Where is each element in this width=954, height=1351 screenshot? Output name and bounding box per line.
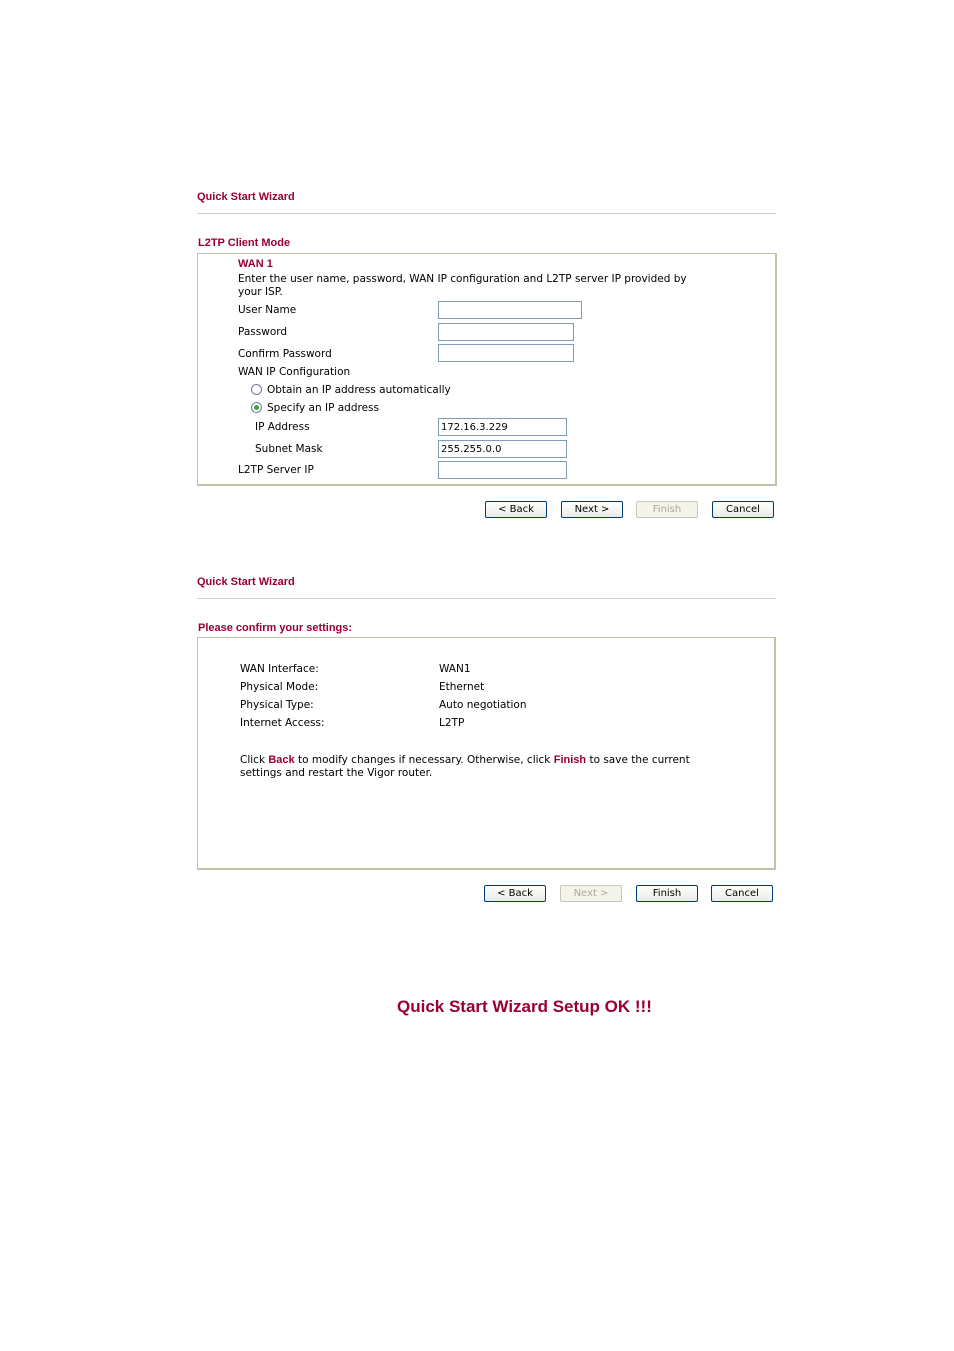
description-line2: your ISP. <box>238 286 283 298</box>
wizard2-finish-button[interactable]: Finish <box>636 885 698 902</box>
confirm-password-label: Confirm Password <box>238 348 332 360</box>
setting-label: Internet Access: <box>240 717 325 729</box>
wizard2-back-button[interactable]: < Back <box>484 885 546 902</box>
wizard2-next-button[interactable]: Next > <box>560 885 622 902</box>
wizard1-title: Quick Start Wizard <box>197 191 295 203</box>
wizard2-title: Quick Start Wizard <box>197 576 295 588</box>
note-text: to save the current <box>586 754 690 766</box>
wizard2-cancel-button[interactable]: Cancel <box>711 885 773 902</box>
obtain-ip-auto-radio[interactable] <box>251 384 262 395</box>
wizard2-divider <box>197 598 776 599</box>
setting-label: Physical Mode: <box>240 681 319 693</box>
radio-selected-dot <box>254 405 259 410</box>
l2tp-server-ip-label: L2TP Server IP <box>238 464 314 476</box>
wizard2-confirm-box: WAN Interface: WAN1 Physical Mode: Ether… <box>197 637 776 870</box>
subnet-mask-input[interactable] <box>438 440 567 458</box>
wizard1-form-box: WAN 1 Enter the user name, password, WAN… <box>197 253 777 486</box>
setup-ok-message: Quick Start Wizard Setup OK !!! <box>397 997 652 1016</box>
specify-ip-radio[interactable] <box>251 402 262 413</box>
setting-value: Ethernet <box>439 681 485 693</box>
setting-value: Auto negotiation <box>439 699 527 711</box>
ip-address-input[interactable] <box>438 418 567 436</box>
wizard2-section-title: Please confirm your settings: <box>198 622 353 634</box>
note-text: to modify changes if necessary. Otherwis… <box>294 754 554 766</box>
setting-value: L2TP <box>439 717 465 729</box>
confirm-password-input[interactable] <box>438 344 574 362</box>
setting-label: Physical Type: <box>240 699 314 711</box>
wan-label: WAN 1 <box>238 258 273 270</box>
note-text: Click <box>240 754 269 766</box>
wizard1-cancel-button[interactable]: Cancel <box>712 501 774 518</box>
wizard1-section-title: L2TP Client Mode <box>198 237 291 249</box>
l2tp-server-ip-input[interactable] <box>438 461 567 479</box>
note-back-word: Back <box>268 754 295 766</box>
confirm-note-line1: Click Back to modify changes if necessar… <box>240 754 690 766</box>
password-label: Password <box>238 326 288 338</box>
ip-address-label: IP Address <box>255 421 310 433</box>
setting-value: WAN1 <box>439 663 471 675</box>
subnet-mask-label: Subnet Mask <box>255 443 323 455</box>
user-name-input[interactable] <box>438 301 582 319</box>
wizard1-back-button[interactable]: < Back <box>485 501 547 518</box>
wizard1-divider <box>197 213 776 214</box>
setting-label: WAN Interface: <box>240 663 319 675</box>
wan-ip-config-label: WAN IP Configuration <box>238 366 351 378</box>
wizard1-finish-button[interactable]: Finish <box>636 501 698 518</box>
wizard1-next-button[interactable]: Next > <box>561 501 623 518</box>
description-line1: Enter the user name, password, WAN IP co… <box>238 273 687 285</box>
confirm-note-line2: settings and restart the Vigor router. <box>240 767 433 779</box>
obtain-ip-auto-label[interactable]: Obtain an IP address automatically <box>267 384 451 396</box>
password-input[interactable] <box>438 323 574 341</box>
specify-ip-label[interactable]: Specify an IP address <box>267 402 379 414</box>
user-name-label: User Name <box>238 304 297 316</box>
note-finish-word: Finish <box>553 754 587 766</box>
